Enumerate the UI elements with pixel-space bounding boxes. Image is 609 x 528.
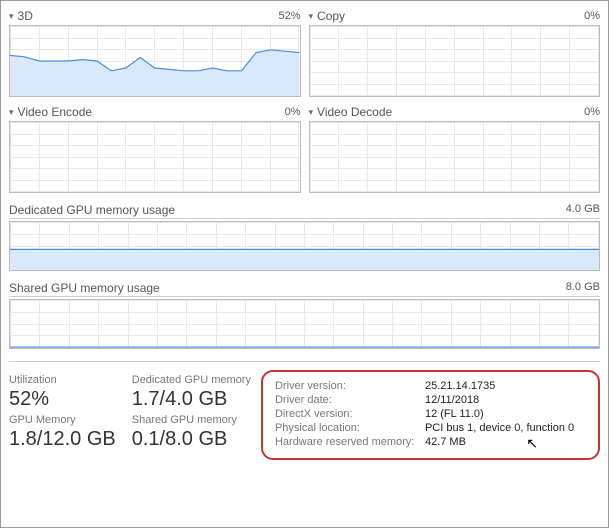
shared-label: Shared GPU memory xyxy=(132,414,251,426)
chart-video-decode xyxy=(309,121,601,193)
chevron-down-icon: ▾ xyxy=(309,11,314,22)
shared-value: 0.1/8.0 GB xyxy=(132,428,251,450)
driver-date-label: Driver date: xyxy=(275,394,425,406)
panel-vdec-title: Video Decode xyxy=(317,105,584,119)
panel-3d-title: 3D xyxy=(18,9,279,23)
driver-info-box: Driver version:25.21.14.1735 Driver date… xyxy=(261,370,600,460)
reserved-label: Hardware reserved memory: xyxy=(275,436,425,448)
reserved-value: 42.7 MB xyxy=(425,436,466,448)
panel-video-encode[interactable]: ▾ Video Encode 0% xyxy=(9,105,301,193)
panel-copy-title: Copy xyxy=(317,9,584,23)
directx-label: DirectX version: xyxy=(275,408,425,420)
dedicated-mem-max: 4.0 GB xyxy=(566,203,600,217)
dedicated-label: Dedicated GPU memory xyxy=(132,374,251,386)
panel-3d[interactable]: ▾ 3D 52% xyxy=(9,9,301,97)
panel-shared-mem: Shared GPU memory usage 8.0 GB xyxy=(9,281,600,349)
shared-mem-label: Shared GPU memory usage xyxy=(9,281,566,295)
gpumem-label: GPU Memory xyxy=(9,414,116,426)
chevron-down-icon: ▾ xyxy=(9,107,14,118)
location-label: Physical location: xyxy=(275,422,425,434)
utilization-value: 52% xyxy=(9,388,116,410)
panel-video-decode[interactable]: ▾ Video Decode 0% xyxy=(309,105,601,193)
location-value: PCI bus 1, device 0, function 0 xyxy=(425,422,574,434)
chart-3d xyxy=(9,25,301,97)
utilization-label: Utilization xyxy=(9,374,116,386)
chevron-down-icon: ▾ xyxy=(9,11,14,22)
chart-dedicated-mem xyxy=(9,221,600,271)
chevron-down-icon: ▾ xyxy=(309,107,314,118)
panel-venc-title: Video Encode xyxy=(18,105,285,119)
driver-version-value: 25.21.14.1735 xyxy=(425,380,495,392)
panel-copy[interactable]: ▾ Copy 0% xyxy=(309,9,601,97)
panel-venc-pct: 0% xyxy=(285,106,301,118)
dedicated-mem-label: Dedicated GPU memory usage xyxy=(9,203,566,217)
dedicated-value: 1.7/4.0 GB xyxy=(132,388,251,410)
driver-version-label: Driver version: xyxy=(275,380,425,392)
panel-copy-pct: 0% xyxy=(584,10,600,22)
chart-copy xyxy=(309,25,601,97)
chart-shared-mem xyxy=(9,299,600,349)
shared-mem-max: 8.0 GB xyxy=(566,281,600,295)
panel-dedicated-mem: Dedicated GPU memory usage 4.0 GB xyxy=(9,203,600,271)
driver-date-value: 12/11/2018 xyxy=(425,394,479,406)
divider xyxy=(9,361,600,362)
directx-value: 12 (FL 11.0) xyxy=(425,408,484,420)
panel-vdec-pct: 0% xyxy=(584,106,600,118)
gpumem-value: 1.8/12.0 GB xyxy=(9,428,116,450)
chart-video-encode xyxy=(9,121,301,193)
panel-3d-pct: 52% xyxy=(278,10,300,22)
